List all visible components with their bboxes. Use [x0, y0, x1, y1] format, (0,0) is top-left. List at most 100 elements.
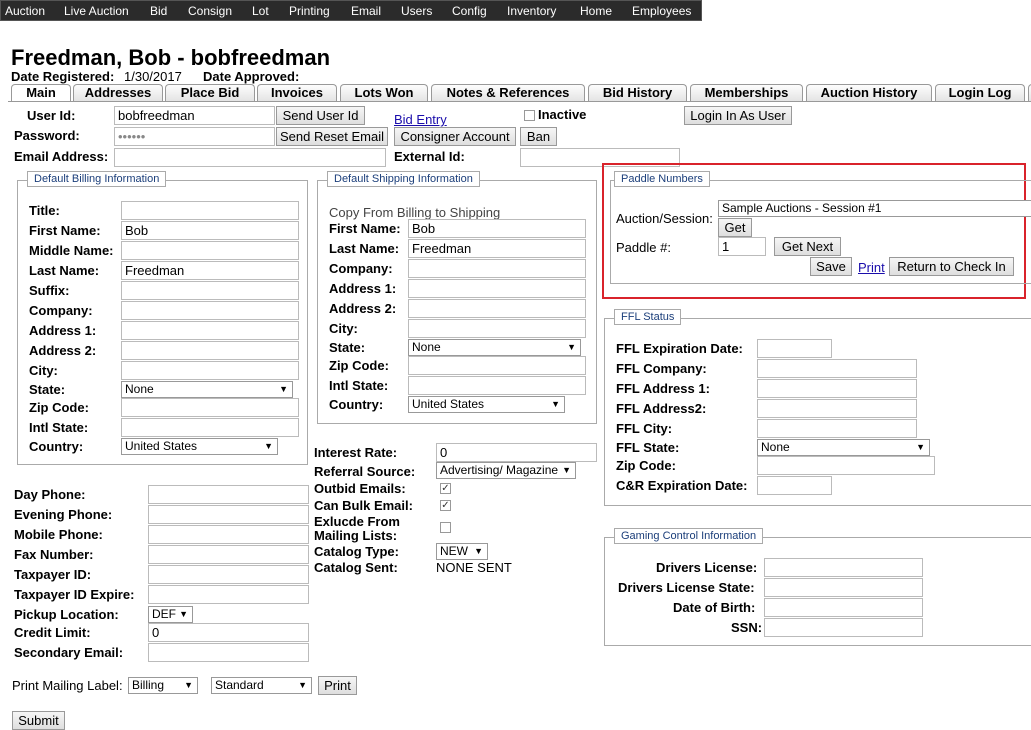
tab-addresses[interactable]: Addresses [73, 84, 163, 101]
ffl-city-input[interactable] [757, 419, 917, 438]
ffl-expiration-input[interactable] [757, 339, 832, 358]
shipping-address1-input[interactable] [408, 279, 586, 298]
secondary-email-input[interactable] [148, 643, 309, 662]
menu-users[interactable]: Users [401, 4, 432, 18]
referral-source-select[interactable]: Advertising/ Magazine ▼ [436, 462, 576, 479]
auction-session-select[interactable]: Sample Auctions - Session #1 [718, 200, 1031, 217]
day-phone-input[interactable] [148, 485, 309, 504]
fax-number-input[interactable] [148, 545, 309, 564]
evening-phone-input[interactable] [148, 505, 309, 524]
menu-printing[interactable]: Printing [289, 4, 330, 18]
menu-home[interactable]: Home [580, 4, 612, 18]
return-to-check-in-button[interactable]: Return to Check In [889, 257, 1014, 276]
exclude-mailing-checkbox[interactable] [440, 522, 451, 533]
password-input[interactable]: •••••• [114, 127, 275, 146]
menu-lot[interactable]: Lot [252, 4, 269, 18]
paddle-number-input[interactable]: 1 [718, 237, 766, 256]
taxpayer-id-expire-input[interactable] [148, 585, 309, 604]
menu-inventory[interactable]: Inventory [507, 4, 556, 18]
print-mailing-label-button[interactable]: Print [318, 676, 357, 695]
interest-rate-input[interactable]: 0 [436, 443, 597, 462]
get-session-button[interactable]: Get [718, 218, 752, 237]
send-user-id-button[interactable]: Send User Id [276, 106, 365, 125]
tab-invoices[interactable]: Invoices [257, 84, 337, 101]
billing-address2-input[interactable] [121, 341, 299, 360]
shipping-state-select[interactable]: None ▼ [408, 339, 581, 356]
shipping-zip-input[interactable] [408, 356, 586, 375]
credit-limit-input[interactable]: 0 [148, 623, 309, 642]
submit-button[interactable]: Submit [12, 711, 65, 730]
consigner-account-button[interactable]: Consigner Account [394, 127, 516, 146]
pickup-location-select[interactable]: DEF ▼ [148, 606, 193, 623]
billing-title-input[interactable] [121, 201, 299, 220]
ssn-input[interactable] [764, 618, 923, 637]
shipping-city-input[interactable] [408, 319, 586, 338]
email-address-input[interactable] [114, 148, 386, 167]
menu-bid[interactable]: Bid [150, 4, 167, 18]
shipping-country-select[interactable]: United States ▼ [408, 396, 565, 413]
login-as-user-button[interactable]: Login In As User [684, 106, 792, 125]
tab-place-bid[interactable]: Place Bid [165, 84, 255, 101]
can-bulk-email-checkbox[interactable]: ✓ [440, 500, 451, 511]
catalog-type-select[interactable]: NEW ▼ [436, 543, 488, 560]
ban-button[interactable]: Ban [520, 127, 557, 146]
billing-state-select[interactable]: None ▼ [121, 381, 293, 398]
tab-login-log[interactable]: Login Log [935, 84, 1025, 101]
mailing-label-address-select[interactable]: Billing ▼ [128, 677, 198, 694]
billing-last-name-input[interactable]: Freedman [121, 261, 299, 280]
tab-main[interactable]: Main [11, 84, 71, 101]
copy-billing-to-shipping-link[interactable]: Copy From Billing to Shipping [329, 205, 500, 220]
menu-live-auction[interactable]: Live Auction [64, 4, 129, 18]
billing-city-input[interactable] [121, 361, 299, 380]
ffl-company-label: FFL Company: [616, 361, 707, 376]
menu-auction[interactable]: Auction [5, 4, 45, 18]
mailing-label-format-select[interactable]: Standard ▼ [211, 677, 312, 694]
mobile-phone-input[interactable] [148, 525, 309, 544]
get-next-button[interactable]: Get Next [774, 237, 841, 256]
shipping-address2-input[interactable] [408, 299, 586, 318]
menu-email[interactable]: Email [351, 4, 381, 18]
bid-entry-link[interactable]: Bid Entry [394, 112, 447, 127]
shipping-intl-state-input[interactable] [408, 376, 586, 395]
date-registered-label: Date Registered: [11, 69, 115, 84]
tab-bid-history[interactable]: Bid History [588, 84, 687, 101]
billing-intl-state-input[interactable] [121, 418, 299, 437]
billing-address1-input[interactable] [121, 321, 299, 340]
ffl-address2-input[interactable] [757, 399, 917, 418]
chevron-down-icon: ▼ [551, 399, 560, 409]
tab-notes-references[interactable]: Notes & References [431, 84, 585, 101]
ffl-company-input[interactable] [757, 359, 917, 378]
date-of-birth-input[interactable] [764, 598, 923, 617]
billing-country-select[interactable]: United States ▼ [121, 438, 278, 455]
tab-lots-won[interactable]: Lots Won [340, 84, 428, 101]
ffl-address1-input[interactable] [757, 379, 917, 398]
outbid-emails-checkbox[interactable]: ✓ [440, 483, 451, 494]
drivers-license-input[interactable] [764, 558, 923, 577]
billing-middle-name-input[interactable] [121, 241, 299, 260]
menu-config[interactable]: Config [452, 4, 487, 18]
shipping-company-input[interactable] [408, 259, 586, 278]
drivers-license-state-input[interactable] [764, 578, 923, 597]
billing-suffix-input[interactable] [121, 281, 299, 300]
menu-employees[interactable]: Employees [632, 4, 691, 18]
ffl-state-select[interactable]: None ▼ [757, 439, 930, 456]
paddle-save-button[interactable]: Save [810, 257, 852, 276]
send-reset-email-button[interactable]: Send Reset Email [276, 127, 388, 146]
tab-auction-history[interactable]: Auction History [806, 84, 932, 101]
ffl-state-label: FFL State: [616, 440, 680, 455]
user-id-input[interactable]: bobfreedman [114, 106, 275, 125]
billing-company-input[interactable] [121, 301, 299, 320]
shipping-first-name-input[interactable]: Bob [408, 219, 586, 238]
menu-consign[interactable]: Consign [188, 4, 232, 18]
billing-zip-input[interactable] [121, 398, 299, 417]
ffl-zip-input[interactable] [757, 456, 935, 475]
cr-expiration-input[interactable] [757, 476, 832, 495]
shipping-last-name-input[interactable]: Freedman [408, 239, 586, 258]
tab-memberships[interactable]: Memberships [690, 84, 803, 101]
paddle-print-link[interactable]: Print [858, 260, 885, 275]
billing-first-name-input[interactable]: Bob [121, 221, 299, 240]
taxpayer-id-input[interactable] [148, 565, 309, 584]
inactive-checkbox[interactable] [524, 110, 535, 121]
print-mailing-label-label: Print Mailing Label: [12, 678, 123, 693]
external-id-label: External Id: [394, 149, 465, 164]
